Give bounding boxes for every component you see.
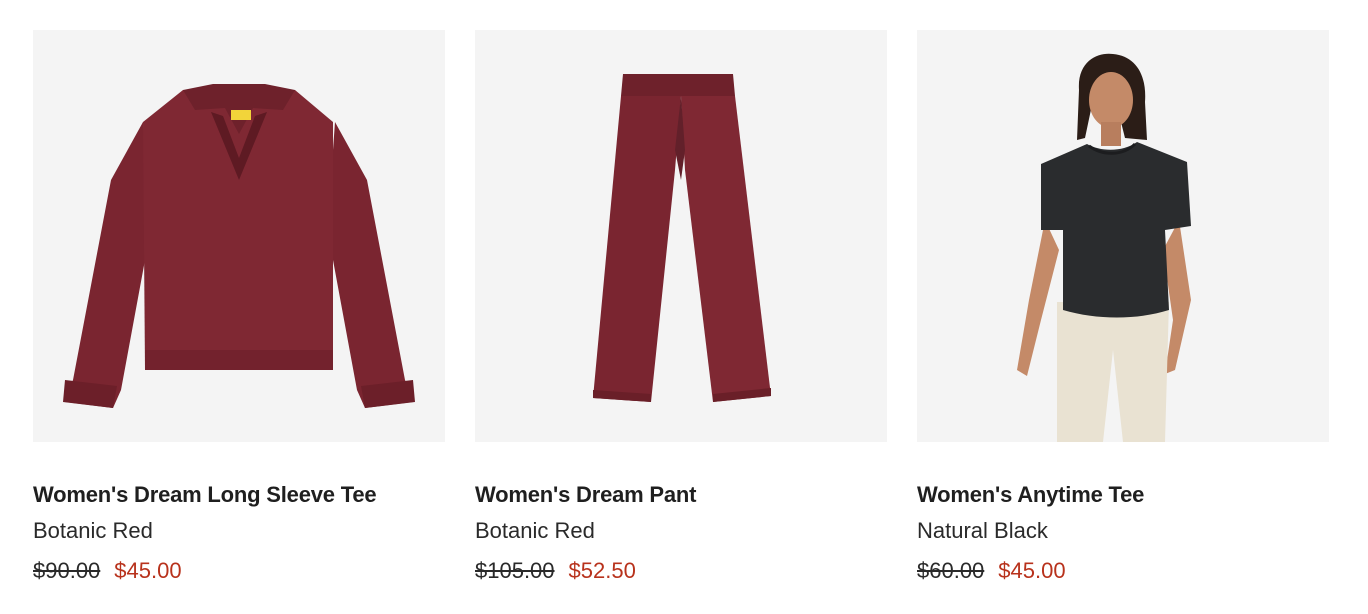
original-price: $60.00 — [917, 558, 985, 583]
product-card[interactable]: Women's Dream Long Sleeve Tee Botanic Re… — [33, 30, 445, 584]
product-image[interactable] — [475, 30, 887, 442]
product-title[interactable]: Women's Dream Pant — [475, 482, 887, 508]
sale-price: $45.00 — [998, 558, 1066, 583]
product-color: Botanic Red — [33, 518, 153, 543]
model-tee-image — [1017, 53, 1191, 442]
sale-price: $52.50 — [568, 558, 636, 583]
product-image[interactable] — [33, 30, 445, 442]
price-row: $90.00 $45.00 — [33, 558, 445, 584]
product-color: Natural Black — [917, 518, 1048, 543]
long-sleeve-tee-image — [63, 84, 415, 408]
original-price: $105.00 — [475, 558, 555, 583]
pant-image — [593, 74, 771, 402]
product-title[interactable]: Women's Dream Long Sleeve Tee — [33, 482, 445, 508]
price-row: $105.00 $52.50 — [475, 558, 887, 584]
product-grid: Women's Dream Long Sleeve Tee Botanic Re… — [33, 30, 1329, 584]
original-price: $90.00 — [33, 558, 101, 583]
product-card[interactable]: Women's Dream Pant Botanic Red $105.00 $… — [475, 30, 887, 584]
product-title[interactable]: Women's Anytime Tee — [917, 482, 1329, 508]
product-color: Botanic Red — [475, 518, 595, 543]
product-card[interactable]: Women's Anytime Tee Natural Black $60.00… — [917, 30, 1329, 584]
product-image[interactable] — [917, 30, 1329, 442]
price-row: $60.00 $45.00 — [917, 558, 1329, 584]
sale-price: $45.00 — [114, 558, 182, 583]
